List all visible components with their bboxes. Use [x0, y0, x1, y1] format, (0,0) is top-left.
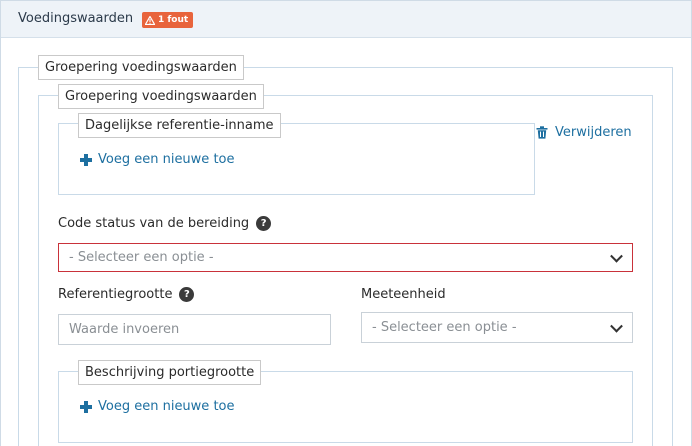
trash-icon [536, 126, 548, 139]
unit-label-text: Meeteenheid [361, 287, 446, 302]
reference-size-label: Referentiegrootte ? [58, 287, 195, 302]
reference-size-input[interactable] [58, 314, 331, 345]
unit-value: - Selecteer een optie - [372, 320, 517, 335]
preparation-status-label: Code status van de bereiding ? [58, 216, 272, 231]
preparation-status-select[interactable]: - Selecteer een optie - [58, 243, 633, 272]
warning-icon [145, 15, 155, 25]
add-portion-description-button[interactable]: Voeg een nieuwe toe [80, 399, 235, 414]
add-portion-description-label: Voeg een nieuwe toe [98, 399, 235, 414]
help-icon[interactable]: ? [256, 216, 272, 231]
preparation-status-label-text: Code status van de bereiding [58, 216, 250, 231]
chevron-down-icon [610, 249, 623, 263]
plus-icon [80, 400, 92, 413]
preparation-status-value: - Selecteer een optie - [69, 250, 214, 265]
unit-label: Meeteenheid [361, 287, 446, 302]
error-badge: 1 fout [142, 12, 194, 28]
plus-icon [80, 153, 92, 166]
delete-button[interactable]: Verwijderen [536, 125, 632, 140]
help-icon[interactable]: ? [179, 287, 195, 302]
add-daily-reference-label: Voeg een nieuwe toe [98, 152, 235, 167]
chevron-down-icon [610, 319, 623, 333]
outer-group-legend: Groepering voedingswaarden [38, 55, 244, 80]
inner-group-legend: Groepering voedingswaarden [58, 84, 264, 109]
delete-label: Verwijderen [555, 125, 632, 140]
reference-size-label-text: Referentiegrootte [58, 287, 173, 302]
panel-title: Voedingswaarden [18, 11, 134, 26]
portion-description-legend: Beschrijving portiegrootte [78, 360, 262, 385]
panel-header[interactable]: Voedingswaarden 1 fout [1, 1, 691, 38]
unit-select[interactable]: - Selecteer een optie - [361, 312, 633, 343]
error-badge-text: 1 fout [158, 15, 189, 25]
daily-reference-legend: Dagelijkse referentie-inname [78, 113, 281, 138]
add-daily-reference-button[interactable]: Voeg een nieuwe toe [80, 152, 235, 167]
